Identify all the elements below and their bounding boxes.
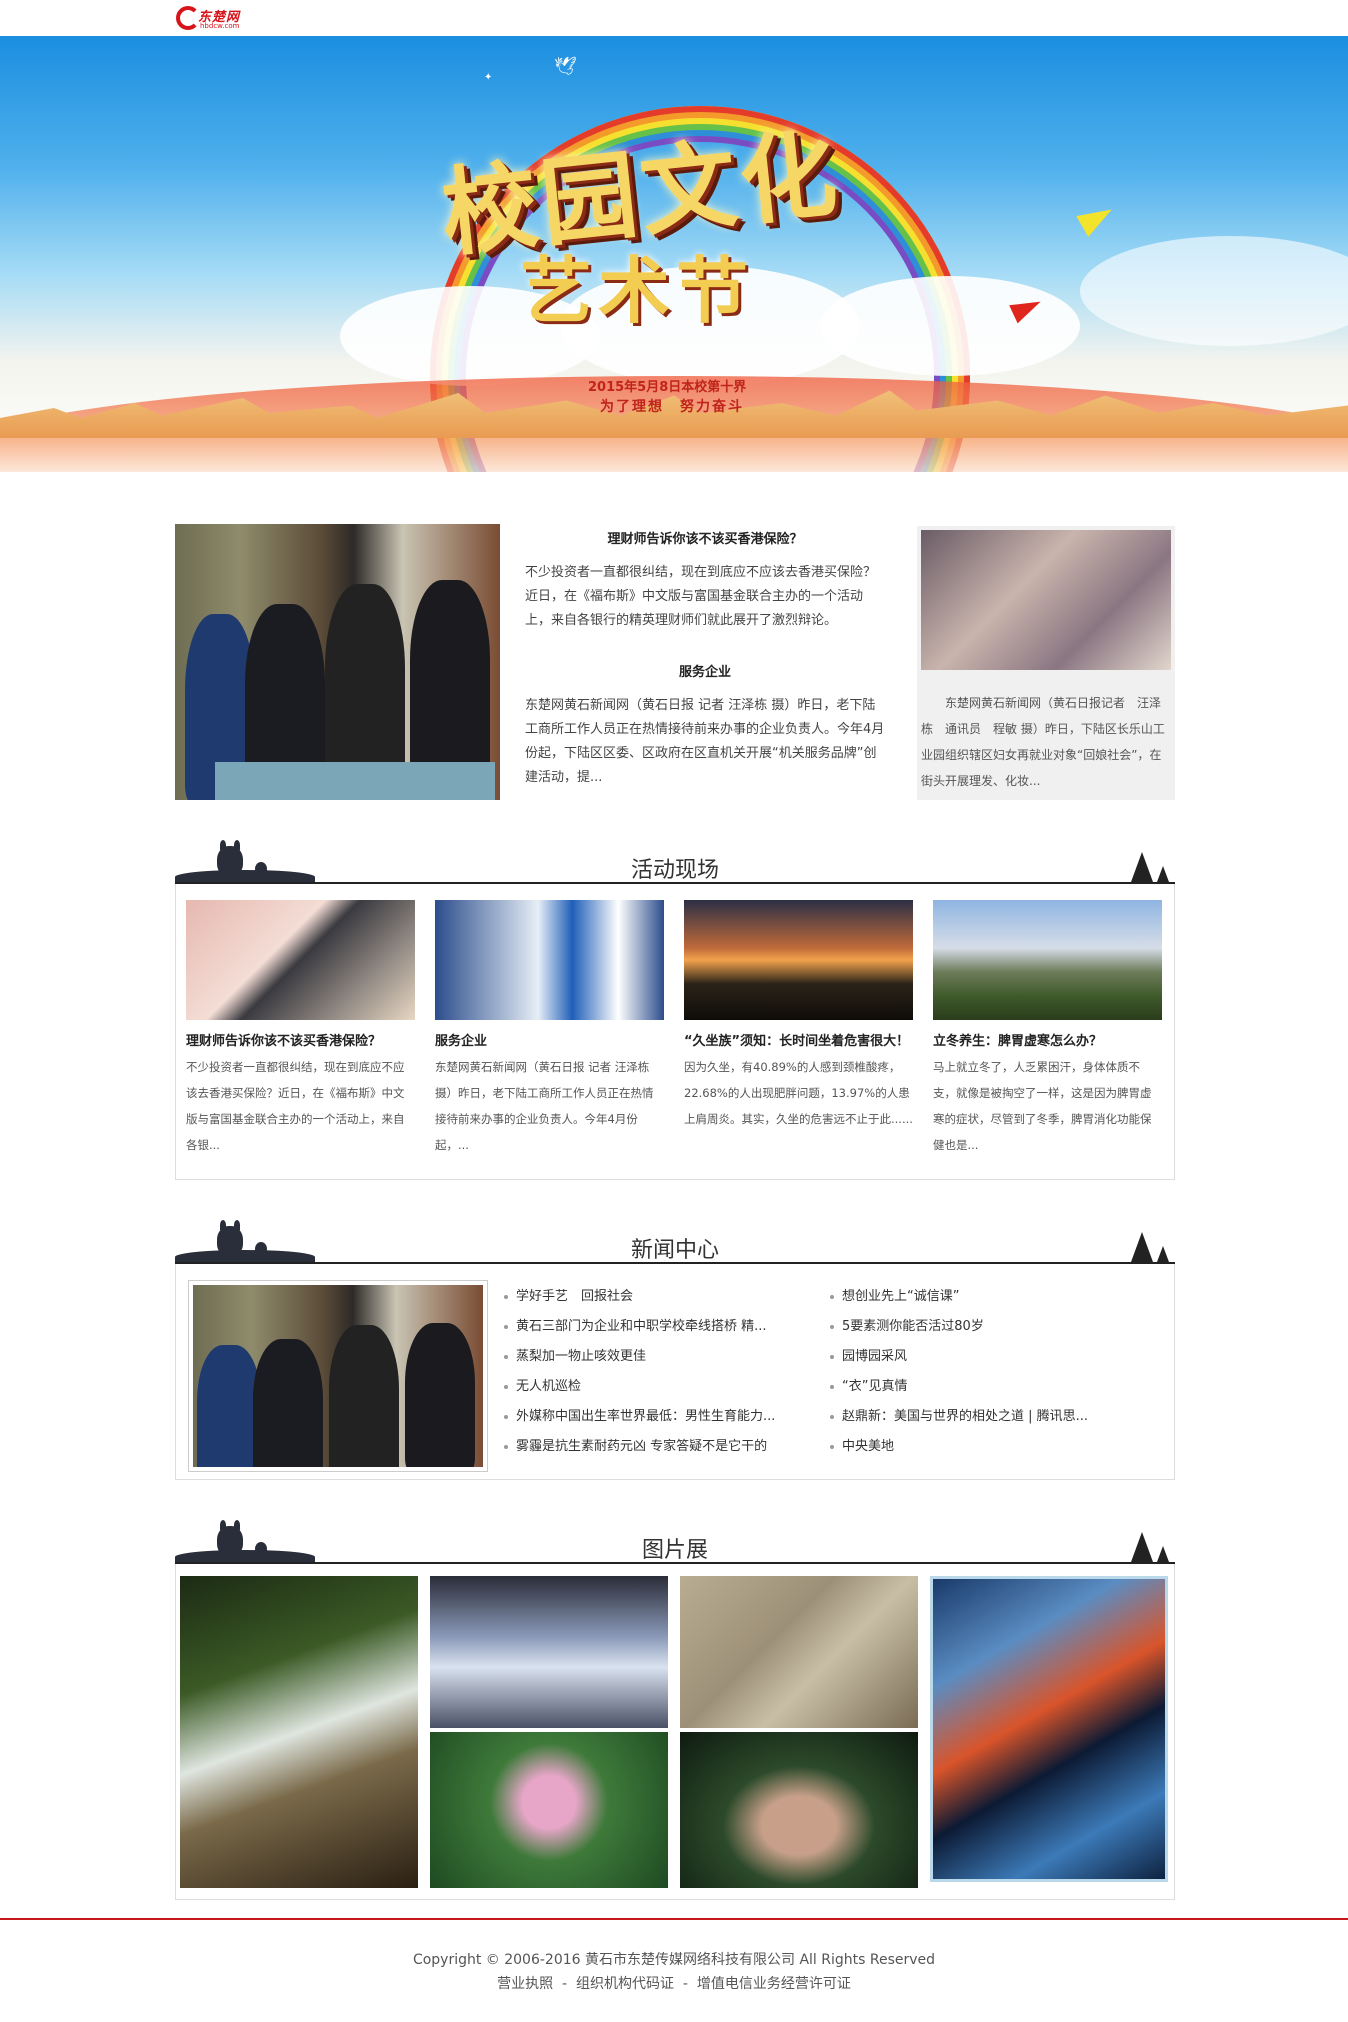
activity-title[interactable]: “久坐族”须知：长时间坐着危害很大！ (684, 1032, 913, 1052)
bird-icon: ✦ (484, 72, 493, 83)
news-link[interactable]: 5要素测你能否活过80岁 (828, 1312, 1138, 1342)
person-figure (410, 580, 490, 780)
person-figure (329, 1325, 399, 1467)
banner-date: 2015年5月8日本校第十界 (588, 380, 747, 395)
top-news-side-summary: 东楚网黄石新闻网（黄石日报记者 汪泽栋 通讯员 程敏 摄）昨日，下陆区长乐山工业… (921, 696, 1165, 788)
footer-link-license[interactable]: 营业执照 (497, 1976, 553, 1992)
news-link[interactable]: 学好手艺 回报社会 (502, 1282, 812, 1312)
activity-card[interactable]: 理财师告诉你该不该买香港保险？ 不少投资者一直都很纠结，现在到底应不应该去香港买… (186, 900, 415, 1158)
activity-section-title: 活动现场 (630, 858, 719, 883)
news-section-header: 新闻中心 (175, 1220, 1175, 1264)
top-news-side-image[interactable] (921, 530, 1171, 670)
news-feature-photo (193, 1285, 483, 1467)
activity-title[interactable]: 立冬养生：脾胃虚寒怎么办？ (933, 1032, 1162, 1052)
activity-card[interactable]: 立冬养生：脾胃虚寒怎么办？ 马上就立冬了，人乏累困汗，身体体质不支，就像是被掏空… (933, 900, 1162, 1158)
gallery-image-lotus-leaf[interactable] (680, 1732, 918, 1888)
activity-image[interactable] (933, 900, 1162, 1020)
gallery-section (175, 1564, 1175, 1900)
news-link[interactable]: 外媒称中国出生率世界最低：男性生育能力... (502, 1402, 812, 1432)
top-news-title-1[interactable]: 理财师告诉你该不该买香港保险？ (525, 528, 885, 547)
cloud-decoration (820, 276, 1080, 376)
site-logo[interactable]: 东楚网 hbdcw.com (176, 4, 246, 32)
footer-links: 营业执照 - 组织机构代码证 - 增值电信业务经营许可证 (0, 1972, 1348, 1996)
gallery-image-painting[interactable] (930, 1576, 1168, 1882)
footer-separator: - (562, 1976, 568, 1992)
tree-icon (1131, 852, 1153, 882)
news-link[interactable]: 蒸梨加一物止咳效更佳 (502, 1342, 812, 1372)
activity-section-header: 活动现场 (175, 840, 1175, 884)
top-news: 理财师告诉你该不该买香港保险？ 不少投资者一直都很纠结，现在到底应不应该去香港买… (175, 524, 1175, 801)
top-news-image[interactable] (175, 524, 500, 800)
table-surface (215, 762, 495, 800)
news-link[interactable]: 赵鼎新：美国与世界的相处之道 | 腾讯思... (828, 1402, 1138, 1432)
gallery-image-calligraphy-rock[interactable] (680, 1576, 918, 1728)
top-news-side: 东楚网黄石新闻网（黄石日报记者 汪泽栋 通讯员 程敏 摄）昨日，下陆区长乐山工业… (917, 526, 1175, 800)
copyright-text: Copyright © 2006-2016 黄石市东楚传媒网络科技有限公司 Al… (412, 1952, 936, 1968)
activity-summary: 马上就立冬了，人乏累困汗，身体体质不支，就像是被掏空了一样，这是因为脾胃虚寒的症… (933, 1060, 1152, 1152)
logo-swirl-icon (176, 6, 200, 30)
activity-card[interactable]: “久坐族”须知：长时间坐着危害很大！ 因为久坐，有40.89%的人感到颈椎酸疼，… (684, 900, 913, 1132)
tree-icon (1157, 1546, 1169, 1562)
activity-summary: 因为久坐，有40.89%的人感到颈椎酸疼，22.68%的人出现肥胖问题，13.9… (684, 1060, 913, 1126)
gallery-section-title: 图片展 (641, 1538, 708, 1563)
footer-divider (0, 1918, 1348, 1920)
gallery-image-lotus[interactable] (430, 1732, 668, 1888)
footer-link-telecom-permit[interactable]: 增值电信业务经营许可证 (697, 1976, 851, 1992)
hero-banner: 🕊 ✦ 校园文化 艺术节 2015年5月8日本校第十界 为了理想 努力奋斗 (0, 36, 1348, 472)
top-news-summary-2: 东楚网黄石新闻网（黄石日报 记者 汪泽栋 摄）昨日，老下陆工商所工作人员正在热情… (525, 698, 885, 785)
logo-subtext: hbdcw.com (200, 22, 240, 30)
news-section: 学好手艺 回报社会 黄石三部门为企业和中职学校牵线搭桥 精... 蒸梨加一物止咳… (175, 1264, 1175, 1480)
news-link[interactable]: 想创业先上“诚信课” (828, 1282, 1138, 1312)
activity-section: 理财师告诉你该不该买香港保险？ 不少投资者一直都很纠结，现在到底应不应该去香港买… (175, 884, 1175, 1180)
news-list-left: 学好手艺 回报社会 黄石三部门为企业和中职学校牵线搭桥 精... 蒸梨加一物止咳… (502, 1282, 812, 1462)
banner-subtitle: 艺术节 (520, 248, 755, 333)
tree-icon (1157, 866, 1169, 882)
person-figure (197, 1345, 261, 1467)
activity-image[interactable] (435, 900, 664, 1020)
activity-title[interactable]: 理财师告诉你该不该买香港保险？ (186, 1032, 415, 1052)
footer: Copyright © 2006-2016 黄石市东楚传媒网络科技有限公司 Al… (0, 1948, 1348, 1996)
activity-image[interactable] (186, 900, 415, 1020)
news-link[interactable]: 雾霾是抗生素耐药元凶 专家答疑不是它干的 (502, 1432, 812, 1462)
news-link[interactable]: 黄石三部门为企业和中职学校牵线搭桥 精... (502, 1312, 812, 1342)
top-bar: 东楚网 hbdcw.com (0, 0, 1348, 36)
activity-card[interactable]: 服务企业 东楚网黄石新闻网（黄石日报 记者 汪泽栋 摄）昨日，老下陆工商所工作人… (435, 900, 664, 1158)
news-section-title: 新闻中心 (630, 1238, 719, 1263)
tree-icon (1131, 1532, 1153, 1562)
activity-image[interactable] (684, 900, 913, 1020)
person-figure (253, 1339, 323, 1467)
gallery-section-header: 图片展 (175, 1520, 1175, 1564)
news-feature-image[interactable] (188, 1280, 488, 1472)
activity-title[interactable]: 服务企业 (435, 1032, 664, 1052)
top-news-summary-1: 不少投资者一直都很纠结，现在到底应不应该去香港买保险？近日，在《福布斯》中文版与… (525, 565, 877, 628)
top-news-text: 理财师告诉你该不该买香港保险？ 不少投资者一直都很纠结，现在到底应不应该去香港买… (525, 524, 885, 790)
gallery-image-waterfall[interactable] (180, 1576, 418, 1888)
news-list-right: 想创业先上“诚信课” 5要素测你能否活过80岁 园博园采风 “衣”见真情 赵鼎新… (828, 1282, 1138, 1462)
banner-slogan: 为了理想 努力奋斗 (600, 399, 744, 415)
top-news-title-2[interactable]: 服务企业 (525, 661, 885, 680)
cloud-decoration (1080, 236, 1348, 346)
footer-separator: - (682, 1976, 688, 1992)
tree-icon (1131, 1232, 1153, 1262)
activity-summary: 东楚网黄石新闻网（黄石日报 记者 汪泽栋 摄）昨日，老下陆工商所工作人员正在热情… (435, 1060, 654, 1152)
paper-plane-icon (1076, 199, 1118, 237)
news-link[interactable]: “衣”见真情 (828, 1372, 1138, 1402)
dove-icon: 🕊 (554, 56, 577, 77)
news-link[interactable]: 园博园采风 (828, 1342, 1138, 1372)
tree-icon (1157, 1246, 1169, 1262)
news-link[interactable]: 中央美地 (828, 1432, 1138, 1462)
footer-link-org-code[interactable]: 组织机构代码证 (576, 1976, 674, 1992)
person-figure (405, 1323, 475, 1467)
activity-summary: 不少投资者一直都很纠结，现在到底应不应该去香港买保险？近日，在《福布斯》中文版与… (186, 1060, 405, 1152)
news-link[interactable]: 无人机巡检 (502, 1372, 812, 1402)
gallery-image-ice-sculpture[interactable] (430, 1576, 668, 1728)
